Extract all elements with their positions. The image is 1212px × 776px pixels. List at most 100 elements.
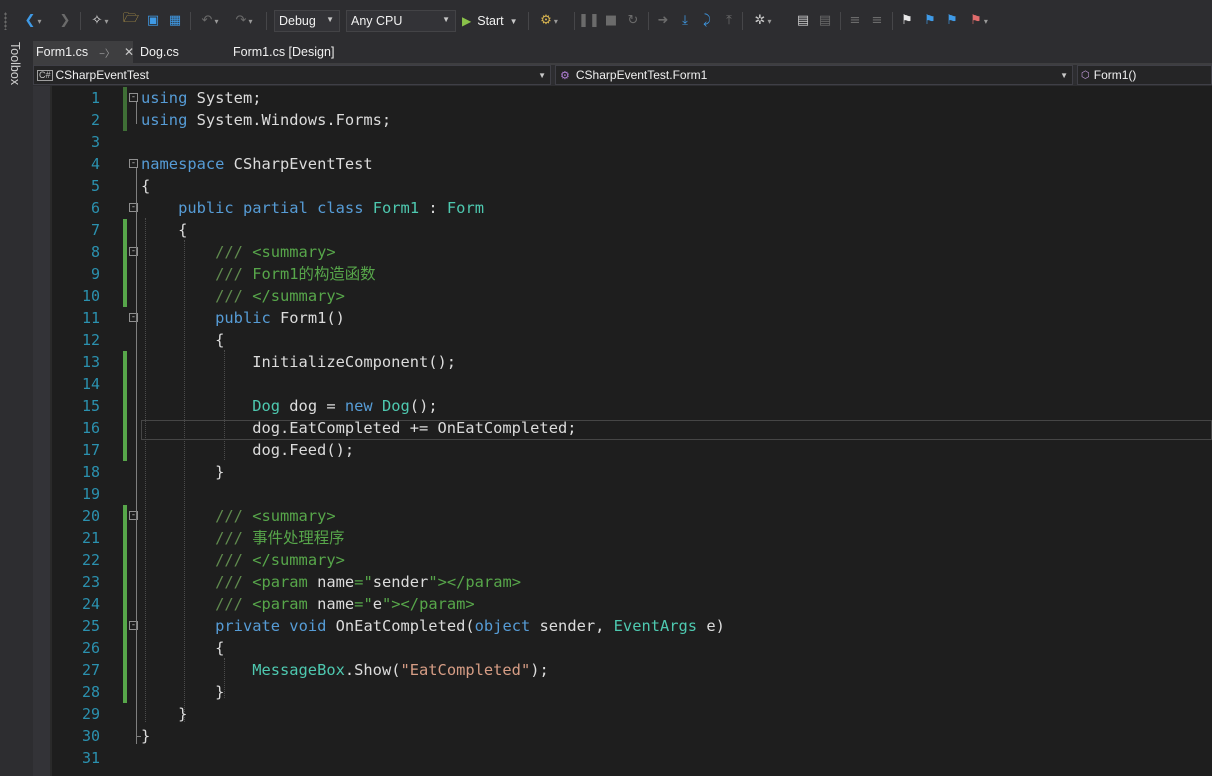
fold-end [136, 736, 141, 737]
code-line[interactable]: 22 /// </summary> [33, 549, 1212, 571]
code-text: } [141, 461, 224, 483]
code-line[interactable]: 6- public partial class Form1 : Form [33, 197, 1212, 219]
restart-icon[interactable]: ↻ [624, 9, 642, 31]
code-line[interactable]: 5{ [33, 175, 1212, 197]
code-line[interactable]: 1 - using System; [33, 87, 1212, 109]
line-number: 18 [81, 463, 100, 481]
step-into-icon[interactable]: ⤓ [676, 9, 694, 31]
code-token: Form [446, 199, 484, 217]
change-tracking-bar [123, 417, 127, 439]
code-line[interactable]: 7 { [33, 219, 1212, 241]
code-token: using [141, 89, 188, 107]
collapse-icon[interactable]: - [129, 159, 138, 168]
pause-icon[interactable]: ❚❚ [578, 9, 600, 31]
code-line[interactable]: 11- public Form1() [33, 307, 1212, 329]
line-number: 14 [81, 375, 100, 393]
change-tracking-bar [123, 219, 127, 241]
code-token: object [474, 617, 531, 635]
change-tracking-bar [123, 527, 127, 549]
configuration-dropdown[interactable]: Debug ▼ [274, 10, 340, 32]
code-line[interactable]: 21 /// 事件处理程序 [33, 527, 1212, 549]
comment-out-icon[interactable]: ▤ [794, 9, 812, 31]
code-line[interactable]: 19 [33, 483, 1212, 505]
code-line[interactable]: 10 /// </summary> [33, 285, 1212, 307]
step-out-icon[interactable]: ⤒ [720, 9, 738, 31]
show-next-statement-icon[interactable]: ➜ [654, 9, 672, 31]
back-icon[interactable]: ❮ ▾ [22, 9, 44, 31]
code-line[interactable]: 18 } [33, 461, 1212, 483]
next-bookmark-icon[interactable]: ⚑ [942, 9, 962, 31]
code-line[interactable]: 29 } [33, 703, 1212, 725]
tab-form1-design[interactable]: Form1.cs [Design] [230, 41, 370, 63]
open-folder-icon[interactable]: 🗁 [120, 9, 142, 31]
code-text: MessageBox.Show("EatCompleted"); [141, 659, 549, 681]
code-line[interactable]: 17 dog.Feed(); [33, 439, 1212, 461]
change-tracking-bar [123, 571, 127, 593]
code-text: InitializeComponent(); [141, 351, 456, 373]
find-in-files-icon[interactable]: ⚙ ▾ [534, 9, 564, 31]
bookmark-icon[interactable]: ⚑ [898, 9, 916, 31]
uncomment-icon[interactable]: ▤ [816, 9, 834, 31]
code-line[interactable]: 25- private void OnEatCompleted(object s… [33, 615, 1212, 637]
change-tracking-bar [123, 351, 127, 373]
code-line[interactable]: 28 } [33, 681, 1212, 703]
code-token: Form1的构造函数 [242, 265, 376, 283]
code-token: e) [697, 617, 725, 635]
tab-dog-cs[interactable]: Dog.cs [137, 41, 217, 63]
code-token: e [372, 595, 382, 613]
project-dropdown[interactable]: C# CSharpEventTest ▼ [33, 65, 551, 85]
forward-icon[interactable]: ❯ [56, 9, 74, 31]
code-line[interactable]: 14 [33, 373, 1212, 395]
undo-icon[interactable]: ↶ ▾ [196, 9, 224, 31]
redo-icon[interactable]: ↷ ▾ [230, 9, 258, 31]
start-button[interactable]: ▶ Start ▼ [462, 10, 518, 32]
outdent-icon[interactable]: ≡ [846, 9, 864, 31]
code-text: { [141, 219, 187, 241]
code-token: <param [242, 595, 318, 613]
type-dropdown[interactable]: ⚙ CSharpEventTest.Form1 ▼ [555, 65, 1073, 85]
code-line[interactable]: 2 using System.Windows.Forms; [33, 109, 1212, 131]
step-over-icon[interactable]: ⤸ [698, 9, 716, 31]
stop-icon[interactable]: ■ [602, 9, 620, 31]
hex-display-icon[interactable]: ✲ ▾ [748, 9, 778, 31]
indent-icon[interactable]: ≡ [868, 9, 886, 31]
line-number: 30 [81, 727, 100, 745]
code-line[interactable]: 30} [33, 725, 1212, 747]
code-text: public partial class Form1 : Form [141, 197, 484, 219]
code-line[interactable]: 15 Dog dog = new Dog(); [33, 395, 1212, 417]
code-line[interactable]: 9 /// Form1的构造函数 [33, 263, 1212, 285]
code-line[interactable]: 26 { [33, 637, 1212, 659]
code-token: /// [215, 551, 243, 569]
clear-bookmarks-icon[interactable]: ⚑ ▾ [964, 9, 994, 31]
change-tracking-bar [123, 505, 127, 527]
code-line[interactable]: 12 { [33, 329, 1212, 351]
code-text: } [141, 703, 187, 725]
line-number: 6 [90, 199, 100, 217]
code-line[interactable]: 31 [33, 747, 1212, 769]
code-token: { [141, 177, 151, 195]
code-line[interactable]: 13 InitializeComponent(); [33, 351, 1212, 373]
code-line[interactable]: 4 - namespace CSharpEventTest [33, 153, 1212, 175]
save-all-icon[interactable]: ▦ [166, 9, 184, 31]
platform-dropdown[interactable]: Any CPU ▼ [346, 10, 456, 32]
pin-icon[interactable]: −〉 [99, 45, 115, 60]
member-dropdown[interactable]: ⬡ Form1() [1077, 65, 1212, 85]
code-line[interactable]: 20- /// <summary> [33, 505, 1212, 527]
close-icon[interactable]: ✕ [124, 45, 134, 59]
code-line[interactable]: 23 /// <param name="sender"></param> [33, 571, 1212, 593]
save-icon[interactable]: ▣ [144, 9, 162, 31]
previous-bookmark-icon[interactable]: ⚑ [920, 9, 940, 31]
toolbox-tab[interactable]: Toolbox [8, 42, 22, 85]
new-project-icon[interactable]: ✧ ▾ [86, 9, 114, 31]
start-icon: ▶ [462, 14, 472, 28]
code-line[interactable]: 24 /// <param name="e"></param> [33, 593, 1212, 615]
tab-form1-cs[interactable]: Form1.cs −〉 ✕ [33, 41, 134, 63]
collapse-icon[interactable]: - [129, 93, 138, 102]
code-line[interactable]: 27 MessageBox.Show("EatCompleted"); [33, 659, 1212, 681]
code-line[interactable]: 3 [33, 131, 1212, 153]
code-line[interactable]: 8- /// <summary> [33, 241, 1212, 263]
toolbar-grip[interactable] [4, 12, 7, 30]
code-editor[interactable]: 1- using System; 2 using System.Windows.For… [33, 86, 1212, 776]
